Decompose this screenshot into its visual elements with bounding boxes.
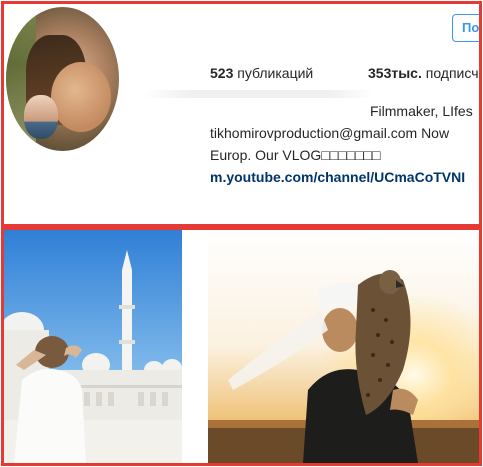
posts-grid — [1, 227, 482, 466]
profile-avatar[interactable] — [6, 7, 119, 151]
falcon-photo — [208, 230, 479, 463]
stat-posts[interactable]: 523 публикаций — [210, 65, 313, 81]
post-thumbnail-2[interactable] — [208, 230, 479, 463]
bio-link[interactable]: m.youtube.com/channel/UCmaCoTVNI — [210, 166, 465, 188]
grid-gap — [182, 230, 208, 463]
bio-line-2: tikhomirovproduction@gmail.com Now — [210, 125, 450, 141]
followers-label: подписч — [425, 65, 479, 81]
bio-line-1: Filmmaker, LIfes — [370, 103, 473, 119]
stat-followers[interactable]: 353тыс. подписч — [368, 65, 479, 81]
profile-header: По 523 публикаций 353тыс. подписч Filmma… — [1, 1, 482, 227]
avatar-baby — [24, 95, 58, 139]
bio-line-3: Europ. Our VLOG□□□□□□□ — [210, 147, 381, 163]
avatar-shoulder — [51, 62, 111, 132]
posts-count: 523 — [210, 65, 234, 81]
post-thumbnail-1[interactable] — [4, 230, 182, 463]
followers-count: 353тыс. — [368, 65, 422, 81]
redacted-username-strip — [144, 90, 374, 98]
follow-button[interactable]: По — [452, 14, 479, 42]
posts-label: публикаций — [237, 65, 314, 81]
mosque-photo — [4, 230, 182, 463]
